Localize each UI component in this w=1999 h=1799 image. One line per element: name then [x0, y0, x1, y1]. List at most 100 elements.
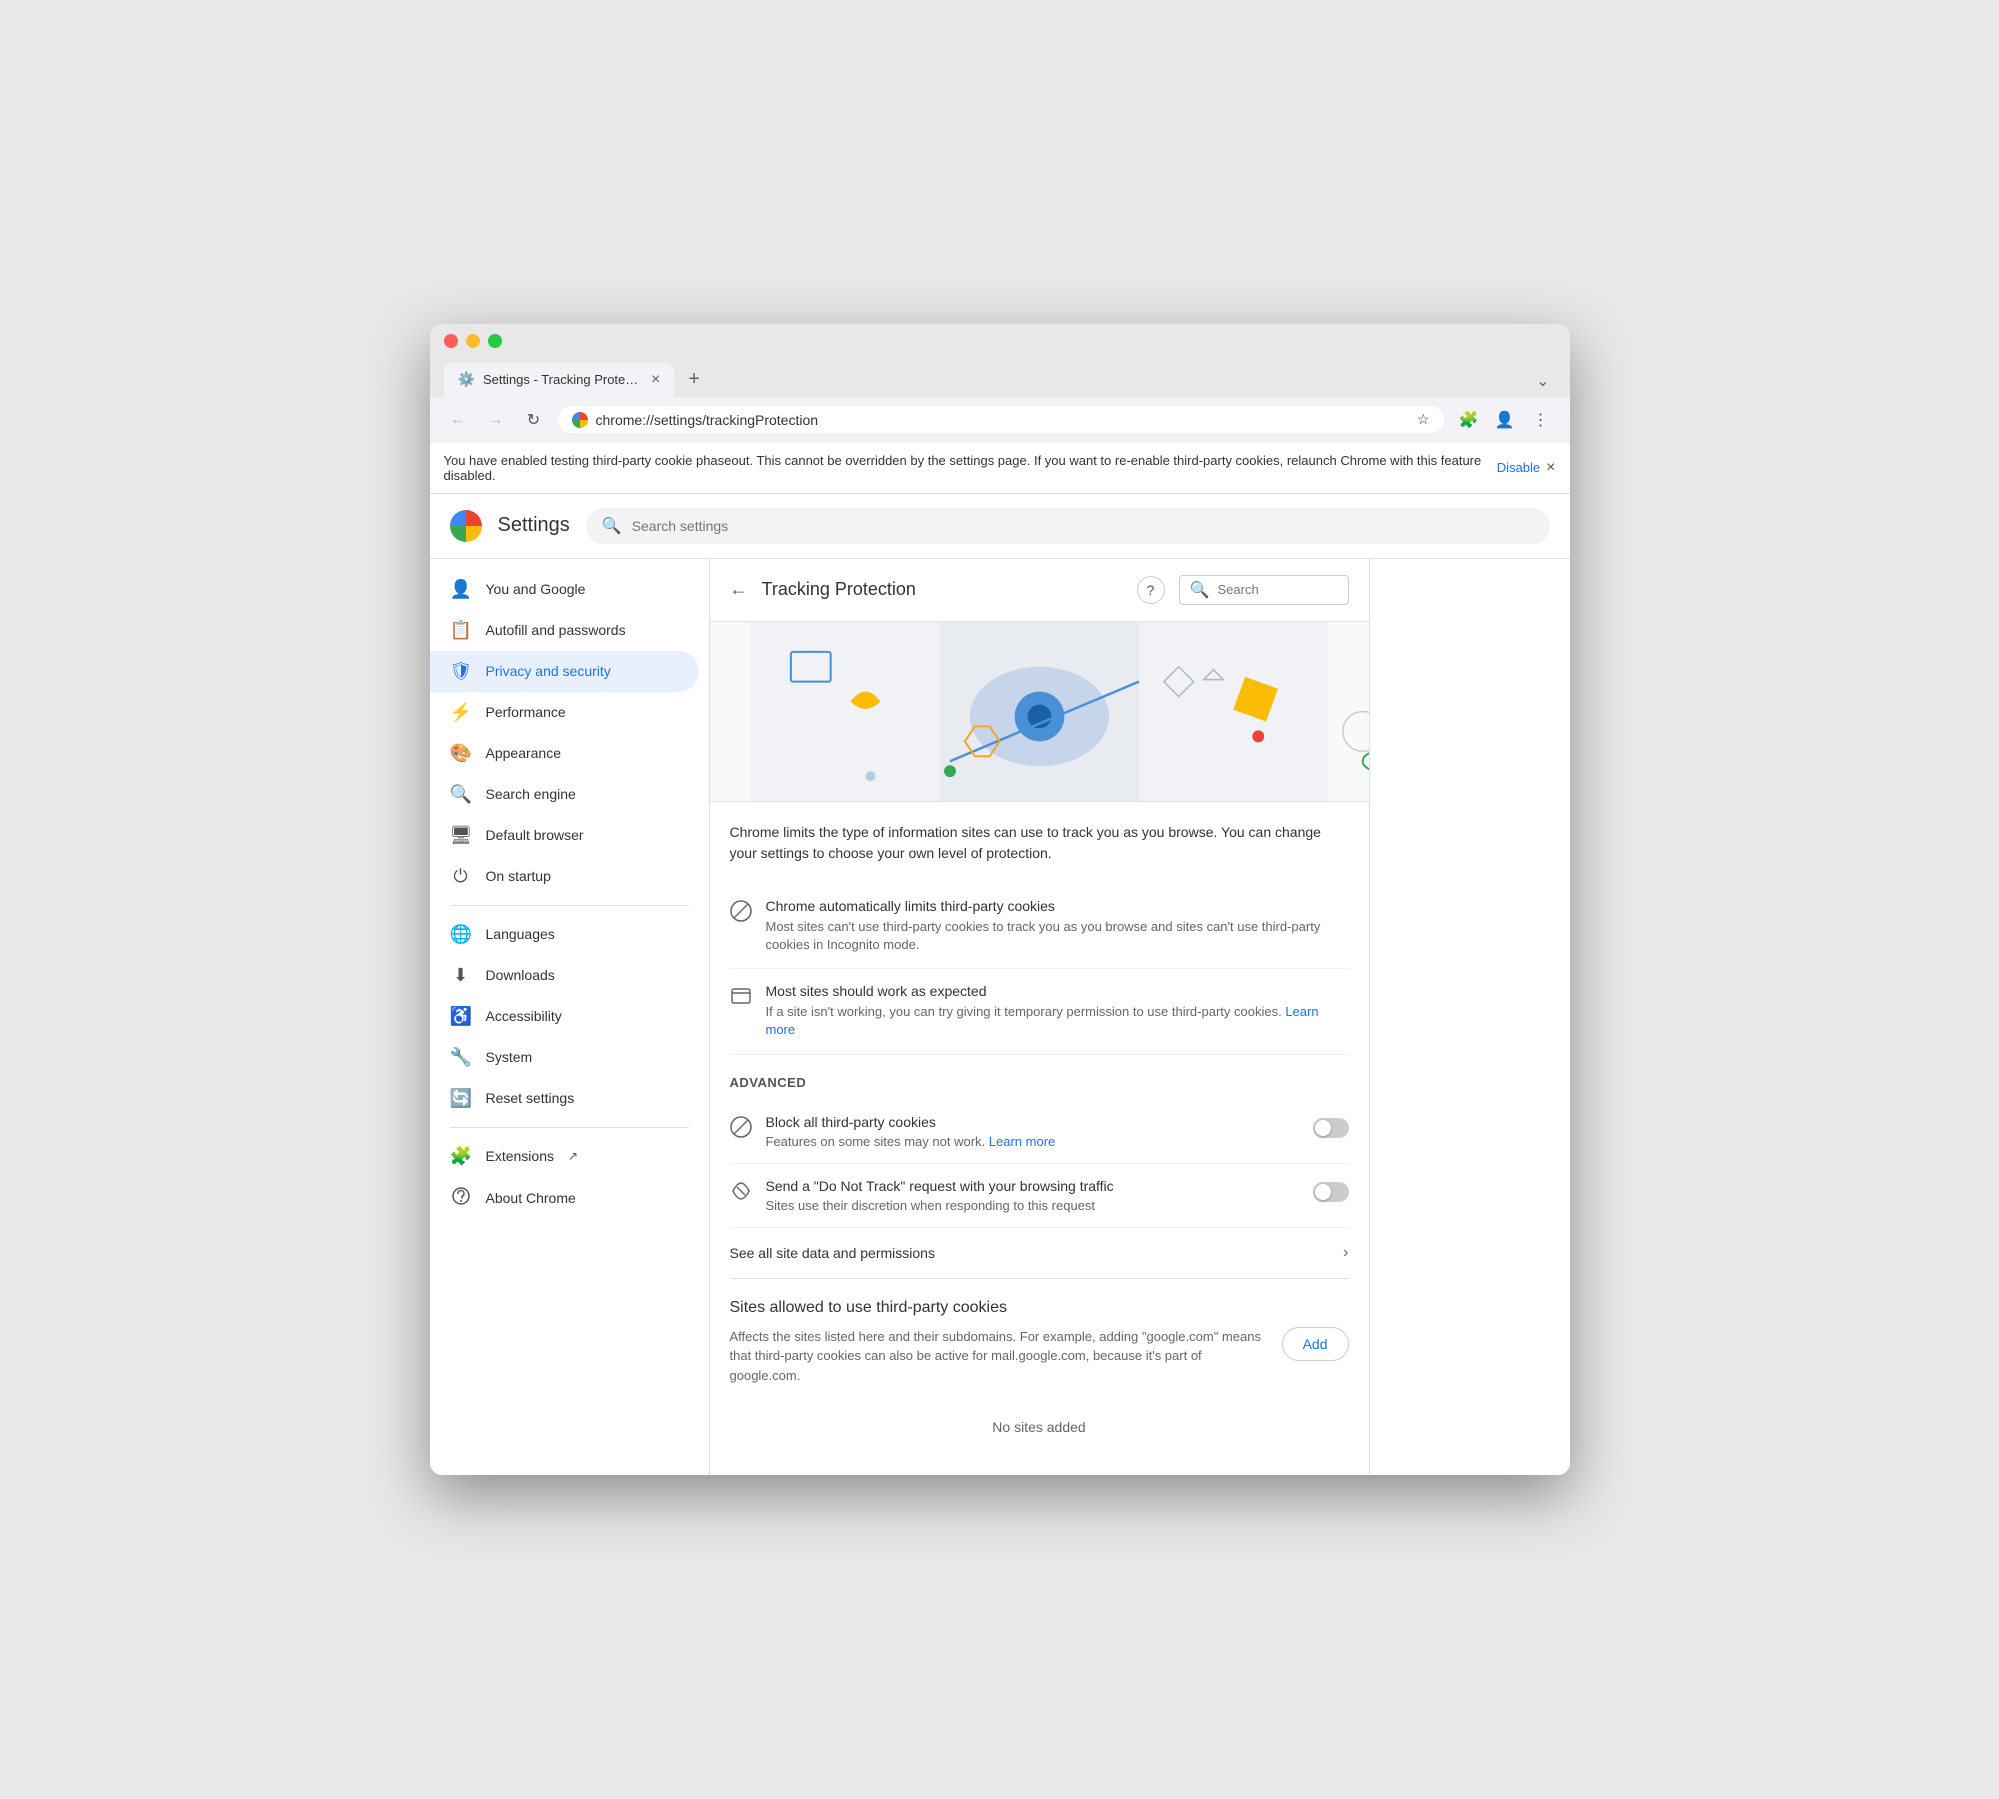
sidebar-item-appearance[interactable]: 🎨 Appearance: [430, 733, 699, 774]
startup-icon: ⏻: [450, 866, 472, 887]
no-sites-text: No sites added: [730, 1399, 1349, 1455]
sidebar-item-about[interactable]: About Chrome: [430, 1177, 699, 1220]
see-all-arrow-icon: ›: [1343, 1244, 1348, 1262]
option-auto-desc: Most sites can't use third-party cookies…: [766, 918, 1349, 954]
option-auto-title: Chrome automatically limits third-party …: [766, 898, 1349, 914]
system-icon: 🔧: [450, 1047, 472, 1068]
sidebar-divider-2: [450, 1127, 689, 1128]
autofill-icon: 📋: [450, 620, 472, 641]
sidebar-item-languages[interactable]: 🌐 Languages: [430, 914, 699, 955]
star-icon[interactable]: ☆: [1417, 411, 1430, 428]
forward-button[interactable]: →: [482, 406, 510, 434]
sidebar-label-languages: Languages: [486, 926, 555, 942]
tracking-search-box[interactable]: 🔍: [1179, 575, 1349, 605]
dnt-content: Send a "Do Not Track" request with your …: [766, 1178, 1299, 1213]
help-button[interactable]: ?: [1137, 576, 1165, 604]
search-icon: 🔍: [602, 516, 622, 536]
advanced-section-header: Advanced: [730, 1075, 1349, 1090]
tracking-search-icon: 🔍: [1190, 580, 1210, 600]
sidebar-item-performance[interactable]: ⚡ Performance: [430, 692, 699, 733]
nav-actions: 🧩 👤 ⋮: [1454, 405, 1556, 435]
address-bar[interactable]: chrome://settings/trackingProtection ☆: [558, 406, 1444, 433]
sidebar-item-accessibility[interactable]: ♿ Accessibility: [430, 996, 699, 1037]
navigation-bar: ← → ↻ chrome://settings/trackingProtecti…: [430, 397, 1570, 443]
window-controls[interactable]: ⌄: [1530, 365, 1555, 397]
sidebar-label-performance: Performance: [486, 704, 566, 720]
option-sites-work: Most sites should work as expected If a …: [730, 969, 1349, 1054]
tracking-back-button[interactable]: ←: [730, 579, 748, 600]
menu-button[interactable]: ⋮: [1526, 405, 1556, 435]
maximize-button[interactable]: [488, 334, 502, 348]
block-all-cookies-option: Block all third-party cookies Features o…: [730, 1100, 1349, 1164]
reset-icon: 🔄: [450, 1088, 472, 1109]
option-auto-content: Chrome automatically limits third-party …: [766, 898, 1349, 954]
address-text: chrome://settings/trackingProtection: [596, 412, 1409, 428]
block-all-desc: Features on some sites may not work. Lea…: [766, 1134, 1299, 1149]
sites-desc-text: Affects the sites listed here and their …: [730, 1327, 1268, 1400]
info-banner: You have enabled testing third-party coo…: [430, 443, 1570, 494]
refresh-button[interactable]: ↻: [520, 406, 548, 434]
close-button[interactable]: [444, 334, 458, 348]
active-tab[interactable]: ⚙️ Settings - Tracking Protectio... ×: [444, 363, 675, 397]
banner-disable-link[interactable]: Disable: [1497, 460, 1540, 475]
sites-add-row: Affects the sites listed here and their …: [730, 1327, 1349, 1400]
sidebar-item-downloads[interactable]: ⬇ Downloads: [430, 955, 699, 996]
sites-allowed-title: Sites allowed to use third-party cookies: [730, 1299, 1349, 1317]
see-all-text: See all site data and permissions: [730, 1245, 1344, 1261]
person-icon: 👤: [450, 579, 472, 600]
settings-title: Settings: [498, 514, 570, 537]
sidebar-item-search-engine[interactable]: 🔍 Search engine: [430, 774, 699, 815]
sidebar-item-you-and-google[interactable]: 👤 You and Google: [430, 569, 699, 610]
see-all-row[interactable]: See all site data and permissions ›: [730, 1228, 1349, 1279]
dnt-toggle[interactable]: [1313, 1182, 1349, 1202]
sidebar-label-extensions: Extensions: [486, 1148, 554, 1164]
about-icon: [450, 1187, 472, 1210]
banner-close-button[interactable]: ×: [1546, 459, 1555, 477]
block-all-toggle[interactable]: [1313, 1118, 1349, 1138]
option-sites-work-title: Most sites should work as expected: [766, 983, 1349, 999]
appearance-icon: 🎨: [450, 743, 472, 764]
sidebar-divider-1: [450, 905, 689, 906]
sidebar-label-appearance: Appearance: [486, 745, 562, 761]
settings-search-input[interactable]: [632, 518, 1534, 534]
sidebar-item-reset[interactable]: 🔄 Reset settings: [430, 1078, 699, 1119]
sites-work-icon: [730, 985, 752, 1013]
settings-page: Settings 🔍 👤 You and Google 📋 Autofill a…: [430, 494, 1570, 1475]
sidebar-item-autofill[interactable]: 📋 Autofill and passwords: [430, 610, 699, 651]
tracking-protection-header: ← Tracking Protection ? 🔍: [710, 559, 1369, 622]
sidebar-item-system[interactable]: 🔧 System: [430, 1037, 699, 1078]
sites-desc: Affects the sites listed here and their …: [730, 1327, 1268, 1386]
add-site-button[interactable]: Add: [1282, 1327, 1349, 1361]
right-panel: [1370, 559, 1570, 1475]
languages-icon: 🌐: [450, 924, 472, 945]
dnt-icon: [730, 1180, 752, 1208]
new-tab-button[interactable]: +: [678, 362, 710, 397]
tab-close-button[interactable]: ×: [651, 371, 660, 389]
external-link-icon: ↗: [568, 1149, 578, 1163]
sidebar-label-default-browser: Default browser: [486, 827, 584, 843]
tracking-protection-title: Tracking Protection: [762, 579, 1123, 600]
back-button[interactable]: ←: [444, 406, 472, 434]
sidebar-item-on-startup[interactable]: ⏻ On startup: [430, 856, 699, 897]
sidebar-item-extensions[interactable]: 🧩 Extensions ↗: [430, 1136, 699, 1177]
profile-button[interactable]: 👤: [1490, 405, 1520, 435]
tab-favicon: ⚙️: [458, 371, 475, 388]
sidebar-label-privacy: Privacy and security: [486, 663, 611, 679]
sidebar-item-default-browser[interactable]: 🖥 Default browser: [430, 815, 699, 856]
dnt-desc: Sites use their discretion when respondi…: [766, 1198, 1299, 1213]
sites-allowed-section: Sites allowed to use third-party cookies…: [730, 1299, 1349, 1456]
block-learn-more-link[interactable]: Learn more: [989, 1134, 1055, 1149]
extensions-button[interactable]: 🧩: [1454, 405, 1484, 435]
sidebar-item-privacy[interactable]: 🛡 Privacy and security: [430, 651, 699, 692]
banner-text: You have enabled testing third-party coo…: [444, 453, 1491, 483]
browser-icon: 🖥: [450, 825, 472, 846]
settings-search-box[interactable]: 🔍: [586, 508, 1550, 544]
hero-illustration: [710, 622, 1369, 802]
block-all-title: Block all third-party cookies: [766, 1114, 1299, 1130]
tracking-content: Chrome limits the type of information si…: [710, 802, 1369, 1475]
sidebar-label-system: System: [486, 1049, 533, 1065]
minimize-button[interactable]: [466, 334, 480, 348]
settings-logo: [450, 510, 482, 542]
tracking-search-input[interactable]: [1218, 582, 1338, 597]
cookie-block-icon: [730, 900, 752, 928]
